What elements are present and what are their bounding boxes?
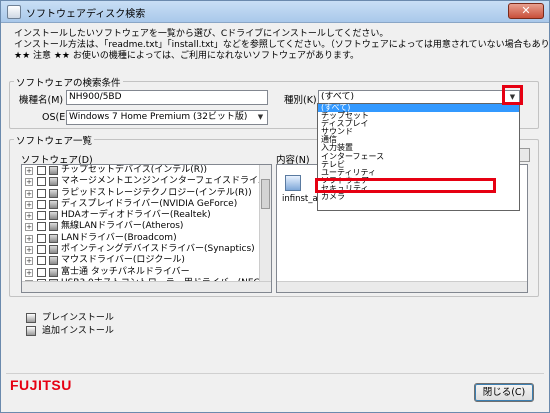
type-label: 種別(K) [284, 95, 317, 106]
expand-icon[interactable]: + [25, 167, 33, 175]
tree-item-label: ポインティングデバイスドライバー(Synaptics) [61, 244, 255, 255]
type-option[interactable]: カメラ [318, 192, 519, 201]
disk-icon [49, 199, 58, 209]
os-select[interactable]: Windows 7 Home Premium (32ビット版) ▼ [66, 110, 268, 125]
tree-item[interactable]: + LANドライバー(Broadcom) [22, 233, 271, 244]
checkbox[interactable] [37, 166, 46, 175]
checkbox[interactable] [37, 256, 46, 266]
tree-item-label: LANドライバー(Broadcom) [61, 232, 177, 243]
disk-icon [49, 267, 58, 277]
disk-icon [49, 188, 58, 198]
checkbox[interactable] [37, 188, 46, 198]
tree-item[interactable]: + 富士通 タッチパネルドライバー [22, 267, 271, 278]
expand-icon[interactable]: + [25, 268, 33, 277]
expand-icon[interactable]: + [25, 234, 33, 243]
content-horizontal-scrollbar[interactable] [277, 281, 527, 292]
scroll-thumb[interactable] [261, 179, 270, 209]
tree-item-label: マネージメントエンジンインターフェイスドライバー(インテル( [61, 176, 271, 187]
chevron-down-icon: ▼ [257, 113, 264, 121]
software-disk-search-window: ソフトウェアディスク検索 ✕ インストールしたいソフトウェアを一覧から選び、Cド… [0, 0, 550, 413]
disk-icon [49, 177, 58, 187]
close-button[interactable]: 閉じる(C) [474, 383, 534, 402]
disk-icon [49, 222, 58, 232]
tree-item[interactable]: + マネージメントエンジンインターフェイスドライバー(インテル( [22, 176, 271, 187]
checkbox[interactable] [37, 199, 46, 209]
expand-icon[interactable]: + [25, 212, 33, 221]
tree-vertical-scrollbar[interactable] [259, 165, 271, 292]
tree-item[interactable]: + HDAオーディオドライバー(Realtek) [22, 210, 271, 221]
checkbox[interactable] [37, 222, 46, 232]
tree-horizontal-scrollbar[interactable] [22, 281, 271, 292]
tree-item-label: 無線LANドライバー(Atheros) [61, 221, 184, 232]
tree-item-label: チップセットデバイス(インテル(R)) [61, 165, 208, 175]
tree-item[interactable]: + ラピッドストレージテクノロジー(インテル(R)) [22, 188, 271, 199]
disk-icon [49, 233, 58, 243]
window-close-button[interactable]: ✕ [508, 3, 544, 19]
tree-item-label: マウスドライバー(ロジクール) [61, 255, 185, 266]
type-select-value: (すべて) [321, 92, 355, 102]
expand-icon[interactable]: + [25, 189, 33, 198]
window-title: ソフトウェアディスク検索 [26, 9, 146, 20]
type-option[interactable]: インターフェース [318, 152, 519, 161]
os-select-value: Windows 7 Home Premium (32ビット版) [69, 112, 248, 122]
checkbox[interactable] [37, 177, 46, 187]
disk-icon [49, 166, 58, 175]
tree-item[interactable]: + ポインティングデバイスドライバー(Synaptics) [22, 244, 271, 255]
tree-item[interactable]: + チップセットデバイス(インテル(R)) [22, 165, 271, 176]
os-label: OS(E) [42, 112, 69, 123]
tree-item[interactable]: + 無線LANドライバー(Atheros) [22, 221, 271, 232]
software-list-label: ソフトウェア一覧 [14, 133, 95, 147]
legend-addinstall: 追加インストール [26, 323, 114, 336]
title-bar: ソフトウェアディスク検索 ✕ [1, 1, 549, 23]
tree-item-label: HDAオーディオドライバー(Realtek) [61, 210, 211, 221]
disk-icon [49, 245, 58, 255]
expand-icon[interactable]: + [25, 223, 33, 232]
legend-preinstall: プレインストール [26, 310, 114, 323]
type-option[interactable]: サウンド [318, 128, 519, 136]
type-dropdown-list[interactable]: (すべて) チップセット ディスプレイ サウンド 通信 入力装置 インターフェー… [317, 103, 520, 211]
tree-item-label: 富士通 タッチパネルドライバー [61, 266, 190, 277]
tree-item[interactable]: + マウスドライバー(ロジクール) [22, 255, 271, 266]
disk-icon [49, 211, 58, 221]
model-label: 機種名(M) [19, 95, 64, 106]
checkbox[interactable] [37, 245, 46, 255]
legend-preinstall-label: プレインストール [42, 313, 114, 323]
addinstall-icon [26, 325, 36, 336]
model-input[interactable]: NH900/5BD [66, 90, 268, 105]
fujitsu-logo: FUJITSU [10, 377, 72, 393]
intro-text: インストールしたいソフトウェアを一覧から選び、Cドライブにインストールしてくださ… [14, 29, 550, 62]
expand-icon[interactable]: + [25, 200, 33, 209]
tree-item-label: ラピッドストレージテクノロジー(インテル(R)) [61, 187, 252, 198]
file-icon [285, 175, 301, 191]
expand-icon[interactable]: + [25, 246, 33, 255]
software-tree[interactable]: + チップセットデバイス(インテル(R)) + マネージメントエンジンインターフェイ… [21, 164, 272, 293]
intro-line: インストール方法は、「readme.txt」「install.txt」などを参照… [14, 40, 550, 50]
disk-icon [49, 256, 58, 266]
checkbox[interactable] [37, 267, 46, 277]
intro-line: ★★ 注意 ★★ お使いの機種によっては、ご利用になれないソフトウェアがあります… [14, 51, 360, 61]
search-conditions-label: ソフトウェアの検索条件 [14, 75, 123, 89]
checkbox[interactable] [37, 233, 46, 243]
highlight-dropdown-arrow [502, 85, 523, 105]
checkbox[interactable] [37, 211, 46, 221]
tree-item-label: ディスプレイドライバー(NVIDIA GeForce) [61, 198, 238, 209]
app-icon [7, 5, 21, 19]
highlight-software-option [315, 178, 496, 193]
intro-line: インストールしたいソフトウェアを一覧から選び、Cドライブにインストールしてくださ… [14, 29, 389, 39]
divider [6, 373, 544, 374]
tree-item[interactable]: + ディスプレイドライバー(NVIDIA GeForce) [22, 199, 271, 210]
expand-icon[interactable]: + [25, 178, 33, 187]
preinstall-icon [26, 312, 36, 323]
legend-addinstall-label: 追加インストール [42, 326, 114, 336]
expand-icon[interactable]: + [25, 257, 33, 266]
